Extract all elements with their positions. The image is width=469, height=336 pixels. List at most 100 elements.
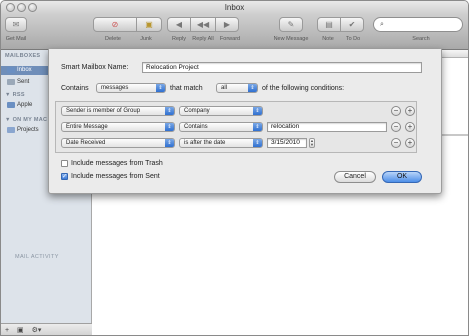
popup-arrows-icon: ⇕	[253, 139, 262, 147]
rule-3-remove-button[interactable]: −	[391, 138, 401, 148]
rule-2-field-popup[interactable]: Entire Message ⇕	[61, 122, 175, 132]
delete-label: Delete	[105, 36, 121, 42]
rule-2-remove-button[interactable]: −	[391, 122, 401, 132]
reply-label: Reply	[171, 36, 187, 42]
todo-label: To Do	[345, 36, 361, 42]
forward-icon: ▶	[223, 20, 231, 29]
sidebar-item-label: Inbox	[17, 67, 32, 73]
note-label: Note	[322, 36, 334, 42]
sidebar-item-apple[interactable]: Apple	[7, 102, 32, 108]
sidebar-section-mailboxes: MAILBOXES	[5, 53, 41, 59]
search-label: Search	[412, 36, 430, 42]
sidebar-item-label: Sent	[17, 79, 30, 85]
smart-mailbox-sheet: Smart Mailbox Name: Relocation Project C…	[48, 49, 442, 194]
delete-button[interactable]: ⊘	[93, 17, 137, 32]
popup-arrows-icon: ⇕	[253, 107, 262, 115]
delete-icon: ⊘	[111, 20, 119, 29]
rule-3-date-field[interactable]: 3/15/2010	[267, 138, 307, 148]
popup-arrows-icon: ⇕	[253, 123, 262, 131]
match-label: that match	[170, 85, 203, 92]
match-popup-value: all	[221, 85, 228, 91]
rule-field-value: Sender is member of Group	[66, 108, 141, 114]
mailbox-name-label: Smart Mailbox Name:	[61, 64, 129, 71]
close-window-button[interactable]	[6, 3, 15, 12]
rule-2-value-field[interactable]: relocation	[267, 122, 387, 132]
onmy-head-label: ON MY MAC	[12, 117, 48, 123]
note-button[interactable]: ▤	[317, 17, 341, 32]
junk-button[interactable]: ▣	[136, 17, 162, 32]
todo-button[interactable]: ✔	[340, 17, 364, 32]
sidebar-section-on-my-mac: ▼ ON MY MAC	[5, 117, 48, 123]
include-sent-label: Include messages from Sent	[71, 173, 160, 180]
rule-field-value: Date Received	[66, 140, 106, 146]
junk-icon: ▣	[145, 20, 153, 29]
window-title: Inbox	[224, 3, 245, 12]
sidebar-bottom-bar: + ▣ ⚙▾	[1, 323, 92, 335]
rule-op-value: is after the date	[184, 140, 226, 146]
search-icon: ⌕	[380, 21, 384, 28]
add-mailbox-button[interactable]: +	[5, 327, 9, 334]
include-trash-label: Include messages from Trash	[71, 160, 163, 167]
popup-arrows-icon: ⇕	[156, 84, 165, 92]
new-message-button[interactable]: ✎	[279, 17, 303, 32]
sidebar-section-rss: ▼ RSS	[5, 92, 25, 98]
mail-icon: ✉	[12, 20, 20, 29]
get-mail-label: Get Mail	[5, 36, 27, 42]
get-mail-button[interactable]: ✉	[5, 17, 27, 32]
date-stepper[interactable]: ▲ ▼	[309, 138, 315, 148]
mail-activity-label: MAIL ACTIVITY	[15, 254, 59, 260]
compose-icon: ✎	[287, 20, 295, 29]
rule-2-add-button[interactable]: +	[405, 122, 415, 132]
sent-icon	[7, 79, 15, 85]
search-input[interactable]: ⌕	[373, 17, 463, 32]
rule-3-op-popup[interactable]: is after the date ⇕	[179, 138, 263, 148]
match-popup[interactable]: all ⇕	[216, 83, 258, 93]
include-sent-checkbox[interactable]: ✓	[61, 173, 68, 180]
contains-popup-value: messages	[101, 85, 129, 91]
popup-arrows-icon: ⇕	[165, 107, 174, 115]
minimize-window-button[interactable]	[17, 3, 26, 12]
sidebar-item-label: Apple	[17, 102, 33, 108]
action-menu-gear-icon[interactable]: ⚙▾	[32, 327, 42, 334]
reply-all-button[interactable]: ◀◀	[190, 17, 216, 32]
rule-1-add-button[interactable]: +	[405, 106, 415, 116]
rule-3-add-button[interactable]: +	[405, 138, 415, 148]
sidebar-item-sent[interactable]: Sent	[7, 79, 29, 85]
include-trash-checkbox[interactable]	[61, 160, 68, 167]
sidebar-item-projects[interactable]: Projects	[7, 127, 39, 133]
show-photo-browser-icon[interactable]: ▣	[17, 327, 24, 334]
rule-1-field-popup[interactable]: Sender is member of Group ⇕	[61, 106, 175, 116]
inbox-icon	[7, 67, 15, 73]
folder-icon	[7, 127, 15, 133]
forward-button[interactable]: ▶	[215, 17, 239, 32]
rss-feed-icon	[7, 102, 15, 108]
popup-arrows-icon: ⇕	[248, 84, 257, 92]
rss-head-label: RSS	[12, 92, 25, 98]
rule-2-op-popup[interactable]: Contains ⇕	[179, 122, 263, 132]
rule-op-value: Contains	[184, 124, 208, 130]
cancel-button[interactable]: Cancel	[334, 171, 376, 183]
popup-arrows-icon: ⇕	[165, 139, 174, 147]
reply-button[interactable]: ◀	[167, 17, 191, 32]
rule-1-op-popup[interactable]: Company ⇕	[179, 106, 263, 116]
reply-all-label: Reply All	[192, 36, 214, 42]
note-icon: ▤	[325, 20, 333, 29]
title-bar: Inbox	[1, 1, 468, 14]
zoom-window-button[interactable]	[28, 3, 37, 12]
rule-1-remove-button[interactable]: −	[391, 106, 401, 116]
contains-popup[interactable]: messages ⇕	[96, 83, 166, 93]
junk-label: Junk	[140, 36, 152, 42]
rule-3-field-popup[interactable]: Date Received ⇕	[61, 138, 175, 148]
sidebar-item-inbox[interactable]: Inbox	[7, 67, 32, 73]
popup-arrows-icon: ⇕	[165, 123, 174, 131]
toolbar: ✉ Get Mail ⊘ ▣ Delete Junk ◀ ◀◀ ▶ Reply …	[1, 14, 468, 50]
sidebar-item-label: Projects	[17, 127, 39, 133]
forward-label: Forward	[219, 36, 241, 42]
mailbox-name-field[interactable]: Relocation Project	[142, 62, 422, 73]
todo-check-icon: ✔	[348, 20, 356, 29]
rule-op-value: Company	[184, 108, 210, 114]
new-message-label: New Message	[273, 36, 309, 42]
reply-icon: ◀	[175, 20, 183, 29]
rule-field-value: Entire Message	[66, 124, 108, 130]
ok-button[interactable]: OK	[382, 171, 422, 183]
